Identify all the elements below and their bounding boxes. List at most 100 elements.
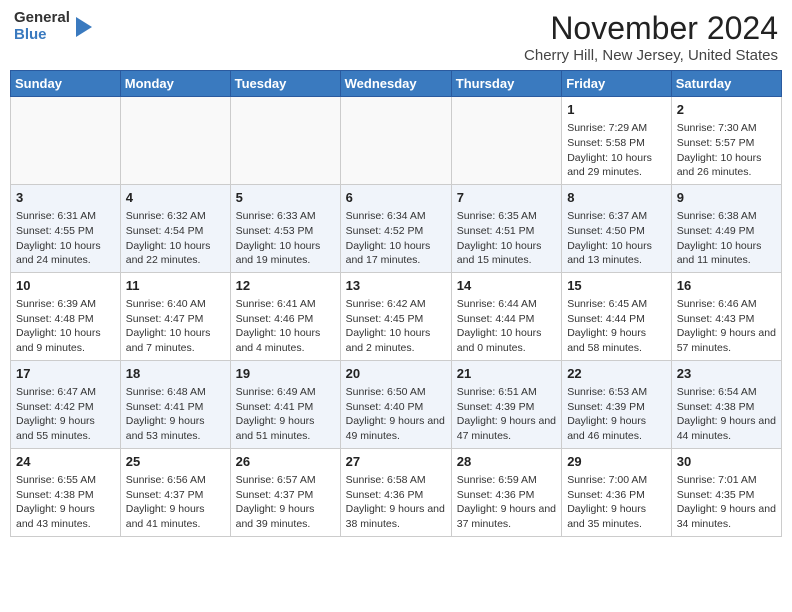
day-info: Sunrise: 6:45 AM Sunset: 4:44 PM Dayligh… (567, 297, 666, 356)
calendar-cell: 23 Sunrise: 6:54 AM Sunset: 4:38 PM Dayli… (671, 360, 781, 448)
day-info: Sunrise: 7:00 AM Sunset: 4:36 PM Dayligh… (567, 473, 666, 532)
calendar-header-row: SundayMondayTuesdayWednesdayThursdayFrid… (11, 71, 782, 97)
calendar-cell (340, 97, 451, 185)
day-number: 21 (457, 365, 556, 383)
day-info: Sunrise: 6:50 AM Sunset: 4:40 PM Dayligh… (346, 385, 446, 444)
day-info: Sunrise: 6:34 AM Sunset: 4:52 PM Dayligh… (346, 209, 446, 268)
page-subtitle: Cherry Hill, New Jersey, United States (524, 47, 778, 64)
day-number: 6 (346, 189, 446, 207)
day-number: 19 (236, 365, 335, 383)
day-info: Sunrise: 6:41 AM Sunset: 4:46 PM Dayligh… (236, 297, 335, 356)
day-number: 16 (677, 277, 776, 295)
day-info: Sunrise: 6:35 AM Sunset: 4:51 PM Dayligh… (457, 209, 556, 268)
day-info: Sunrise: 6:49 AM Sunset: 4:41 PM Dayligh… (236, 385, 335, 444)
calendar-cell: 11 Sunrise: 6:40 AM Sunset: 4:47 PM Dayli… (120, 272, 230, 360)
day-number: 26 (236, 453, 335, 471)
calendar-cell (451, 97, 561, 185)
day-info: Sunrise: 6:38 AM Sunset: 4:49 PM Dayligh… (677, 209, 776, 268)
calendar-cell (230, 97, 340, 185)
calendar-cell: 4Sunrise: 6:32 AM Sunset: 4:54 PM Daylig… (120, 184, 230, 272)
calendar-cell: 20Sunrise: 6:50 AM Sunset: 4:40 PM Dayli… (340, 360, 451, 448)
calendar-cell: 10Sunrise: 6:39 AM Sunset: 4:48 PM Dayli… (11, 272, 121, 360)
logo-arrow-icon (76, 17, 92, 37)
day-number: 1 (567, 101, 666, 119)
day-number: 25 (126, 453, 225, 471)
logo-text: General Blue (14, 10, 70, 43)
day-info: Sunrise: 6:40 AM Sunset: 4:47 PM Dayligh… (126, 297, 225, 356)
calendar-cell: 5Sunrise: 6:33 AM Sunset: 4:53 PM Daylig… (230, 184, 340, 272)
logo-blue: Blue (14, 27, 70, 44)
day-info: Sunrise: 6:47 AM Sunset: 4:42 PM Dayligh… (16, 385, 115, 444)
calendar-cell: 2 Sunrise: 7:30 AM Sunset: 5:57 PM Daylig… (671, 97, 781, 185)
calendar-cell: 3Sunrise: 6:31 AM Sunset: 4:55 PM Daylig… (11, 184, 121, 272)
calendar-week-row: 24 Sunrise: 6:55 AM Sunset: 4:38 PM Dayli… (11, 448, 782, 536)
weekday-header-thursday: Thursday (451, 71, 561, 97)
calendar-cell: 12 Sunrise: 6:41 AM Sunset: 4:46 PM Dayli… (230, 272, 340, 360)
day-number: 23 (677, 365, 776, 383)
day-number: 29 (567, 453, 666, 471)
calendar-cell: 17Sunrise: 6:47 AM Sunset: 4:42 PM Dayli… (11, 360, 121, 448)
calendar-cell (120, 97, 230, 185)
day-info: Sunrise: 6:44 AM Sunset: 4:44 PM Dayligh… (457, 297, 556, 356)
calendar-cell: 19 Sunrise: 6:49 AM Sunset: 4:41 PM Dayli… (230, 360, 340, 448)
day-number: 24 (16, 453, 115, 471)
calendar-week-row: 3Sunrise: 6:31 AM Sunset: 4:55 PM Daylig… (11, 184, 782, 272)
day-info: Sunrise: 7:29 AM Sunset: 5:58 PM Dayligh… (567, 121, 666, 180)
day-info: Sunrise: 6:42 AM Sunset: 4:45 PM Dayligh… (346, 297, 446, 356)
day-info: Sunrise: 7:30 AM Sunset: 5:57 PM Dayligh… (677, 121, 776, 180)
calendar-cell: 13 Sunrise: 6:42 AM Sunset: 4:45 PM Dayli… (340, 272, 451, 360)
day-number: 27 (346, 453, 446, 471)
logo-general: General (14, 10, 70, 27)
calendar-cell: 9 Sunrise: 6:38 AM Sunset: 4:49 PM Daylig… (671, 184, 781, 272)
page-header: General Blue November 2024 Cherry Hill, … (10, 10, 782, 64)
day-number: 11 (126, 277, 225, 295)
calendar-cell: 24 Sunrise: 6:55 AM Sunset: 4:38 PM Dayli… (11, 448, 121, 536)
calendar-week-row: 10Sunrise: 6:39 AM Sunset: 4:48 PM Dayli… (11, 272, 782, 360)
day-number: 15 (567, 277, 666, 295)
day-info: Sunrise: 6:56 AM Sunset: 4:37 PM Dayligh… (126, 473, 225, 532)
calendar-cell: 25 Sunrise: 6:56 AM Sunset: 4:37 PM Dayli… (120, 448, 230, 536)
calendar-cell: 6 Sunrise: 6:34 AM Sunset: 4:52 PM Daylig… (340, 184, 451, 272)
day-number: 14 (457, 277, 556, 295)
weekday-header-friday: Friday (562, 71, 672, 97)
day-info: Sunrise: 6:51 AM Sunset: 4:39 PM Dayligh… (457, 385, 556, 444)
day-number: 9 (677, 189, 776, 207)
calendar-cell: 27Sunrise: 6:58 AM Sunset: 4:36 PM Dayli… (340, 448, 451, 536)
day-number: 28 (457, 453, 556, 471)
day-info: Sunrise: 6:31 AM Sunset: 4:55 PM Dayligh… (16, 209, 115, 268)
day-info: Sunrise: 6:48 AM Sunset: 4:41 PM Dayligh… (126, 385, 225, 444)
day-number: 2 (677, 101, 776, 119)
day-number: 22 (567, 365, 666, 383)
calendar-cell: 22 Sunrise: 6:53 AM Sunset: 4:39 PM Dayli… (562, 360, 672, 448)
weekday-header-sunday: Sunday (11, 71, 121, 97)
calendar-table: SundayMondayTuesdayWednesdayThursdayFrid… (10, 70, 782, 537)
logo: General Blue (14, 10, 92, 43)
calendar-cell: 14 Sunrise: 6:44 AM Sunset: 4:44 PM Dayli… (451, 272, 561, 360)
day-info: Sunrise: 7:01 AM Sunset: 4:35 PM Dayligh… (677, 473, 776, 532)
calendar-cell: 18Sunrise: 6:48 AM Sunset: 4:41 PM Dayli… (120, 360, 230, 448)
calendar-cell: 16 Sunrise: 6:46 AM Sunset: 4:43 PM Dayli… (671, 272, 781, 360)
calendar-cell (11, 97, 121, 185)
day-info: Sunrise: 6:46 AM Sunset: 4:43 PM Dayligh… (677, 297, 776, 356)
day-info: Sunrise: 6:54 AM Sunset: 4:38 PM Dayligh… (677, 385, 776, 444)
calendar-cell: 30 Sunrise: 7:01 AM Sunset: 4:35 PM Dayli… (671, 448, 781, 536)
calendar-cell: 7 Sunrise: 6:35 AM Sunset: 4:51 PM Daylig… (451, 184, 561, 272)
day-info: Sunrise: 6:37 AM Sunset: 4:50 PM Dayligh… (567, 209, 666, 268)
weekday-header-saturday: Saturday (671, 71, 781, 97)
calendar-cell: 1 Sunrise: 7:29 AM Sunset: 5:58 PM Daylig… (562, 97, 672, 185)
day-number: 7 (457, 189, 556, 207)
calendar-cell: 15 Sunrise: 6:45 AM Sunset: 4:44 PM Dayli… (562, 272, 672, 360)
calendar-cell: 26 Sunrise: 6:57 AM Sunset: 4:37 PM Dayli… (230, 448, 340, 536)
day-info: Sunrise: 6:39 AM Sunset: 4:48 PM Dayligh… (16, 297, 115, 356)
title-block: November 2024 Cherry Hill, New Jersey, U… (524, 10, 778, 64)
day-info: Sunrise: 6:55 AM Sunset: 4:38 PM Dayligh… (16, 473, 115, 532)
day-number: 12 (236, 277, 335, 295)
calendar-week-row: 17Sunrise: 6:47 AM Sunset: 4:42 PM Dayli… (11, 360, 782, 448)
day-number: 13 (346, 277, 446, 295)
weekday-header-tuesday: Tuesday (230, 71, 340, 97)
day-number: 5 (236, 189, 335, 207)
weekday-header-wednesday: Wednesday (340, 71, 451, 97)
day-info: Sunrise: 6:53 AM Sunset: 4:39 PM Dayligh… (567, 385, 666, 444)
day-number: 30 (677, 453, 776, 471)
day-info: Sunrise: 6:57 AM Sunset: 4:37 PM Dayligh… (236, 473, 335, 532)
